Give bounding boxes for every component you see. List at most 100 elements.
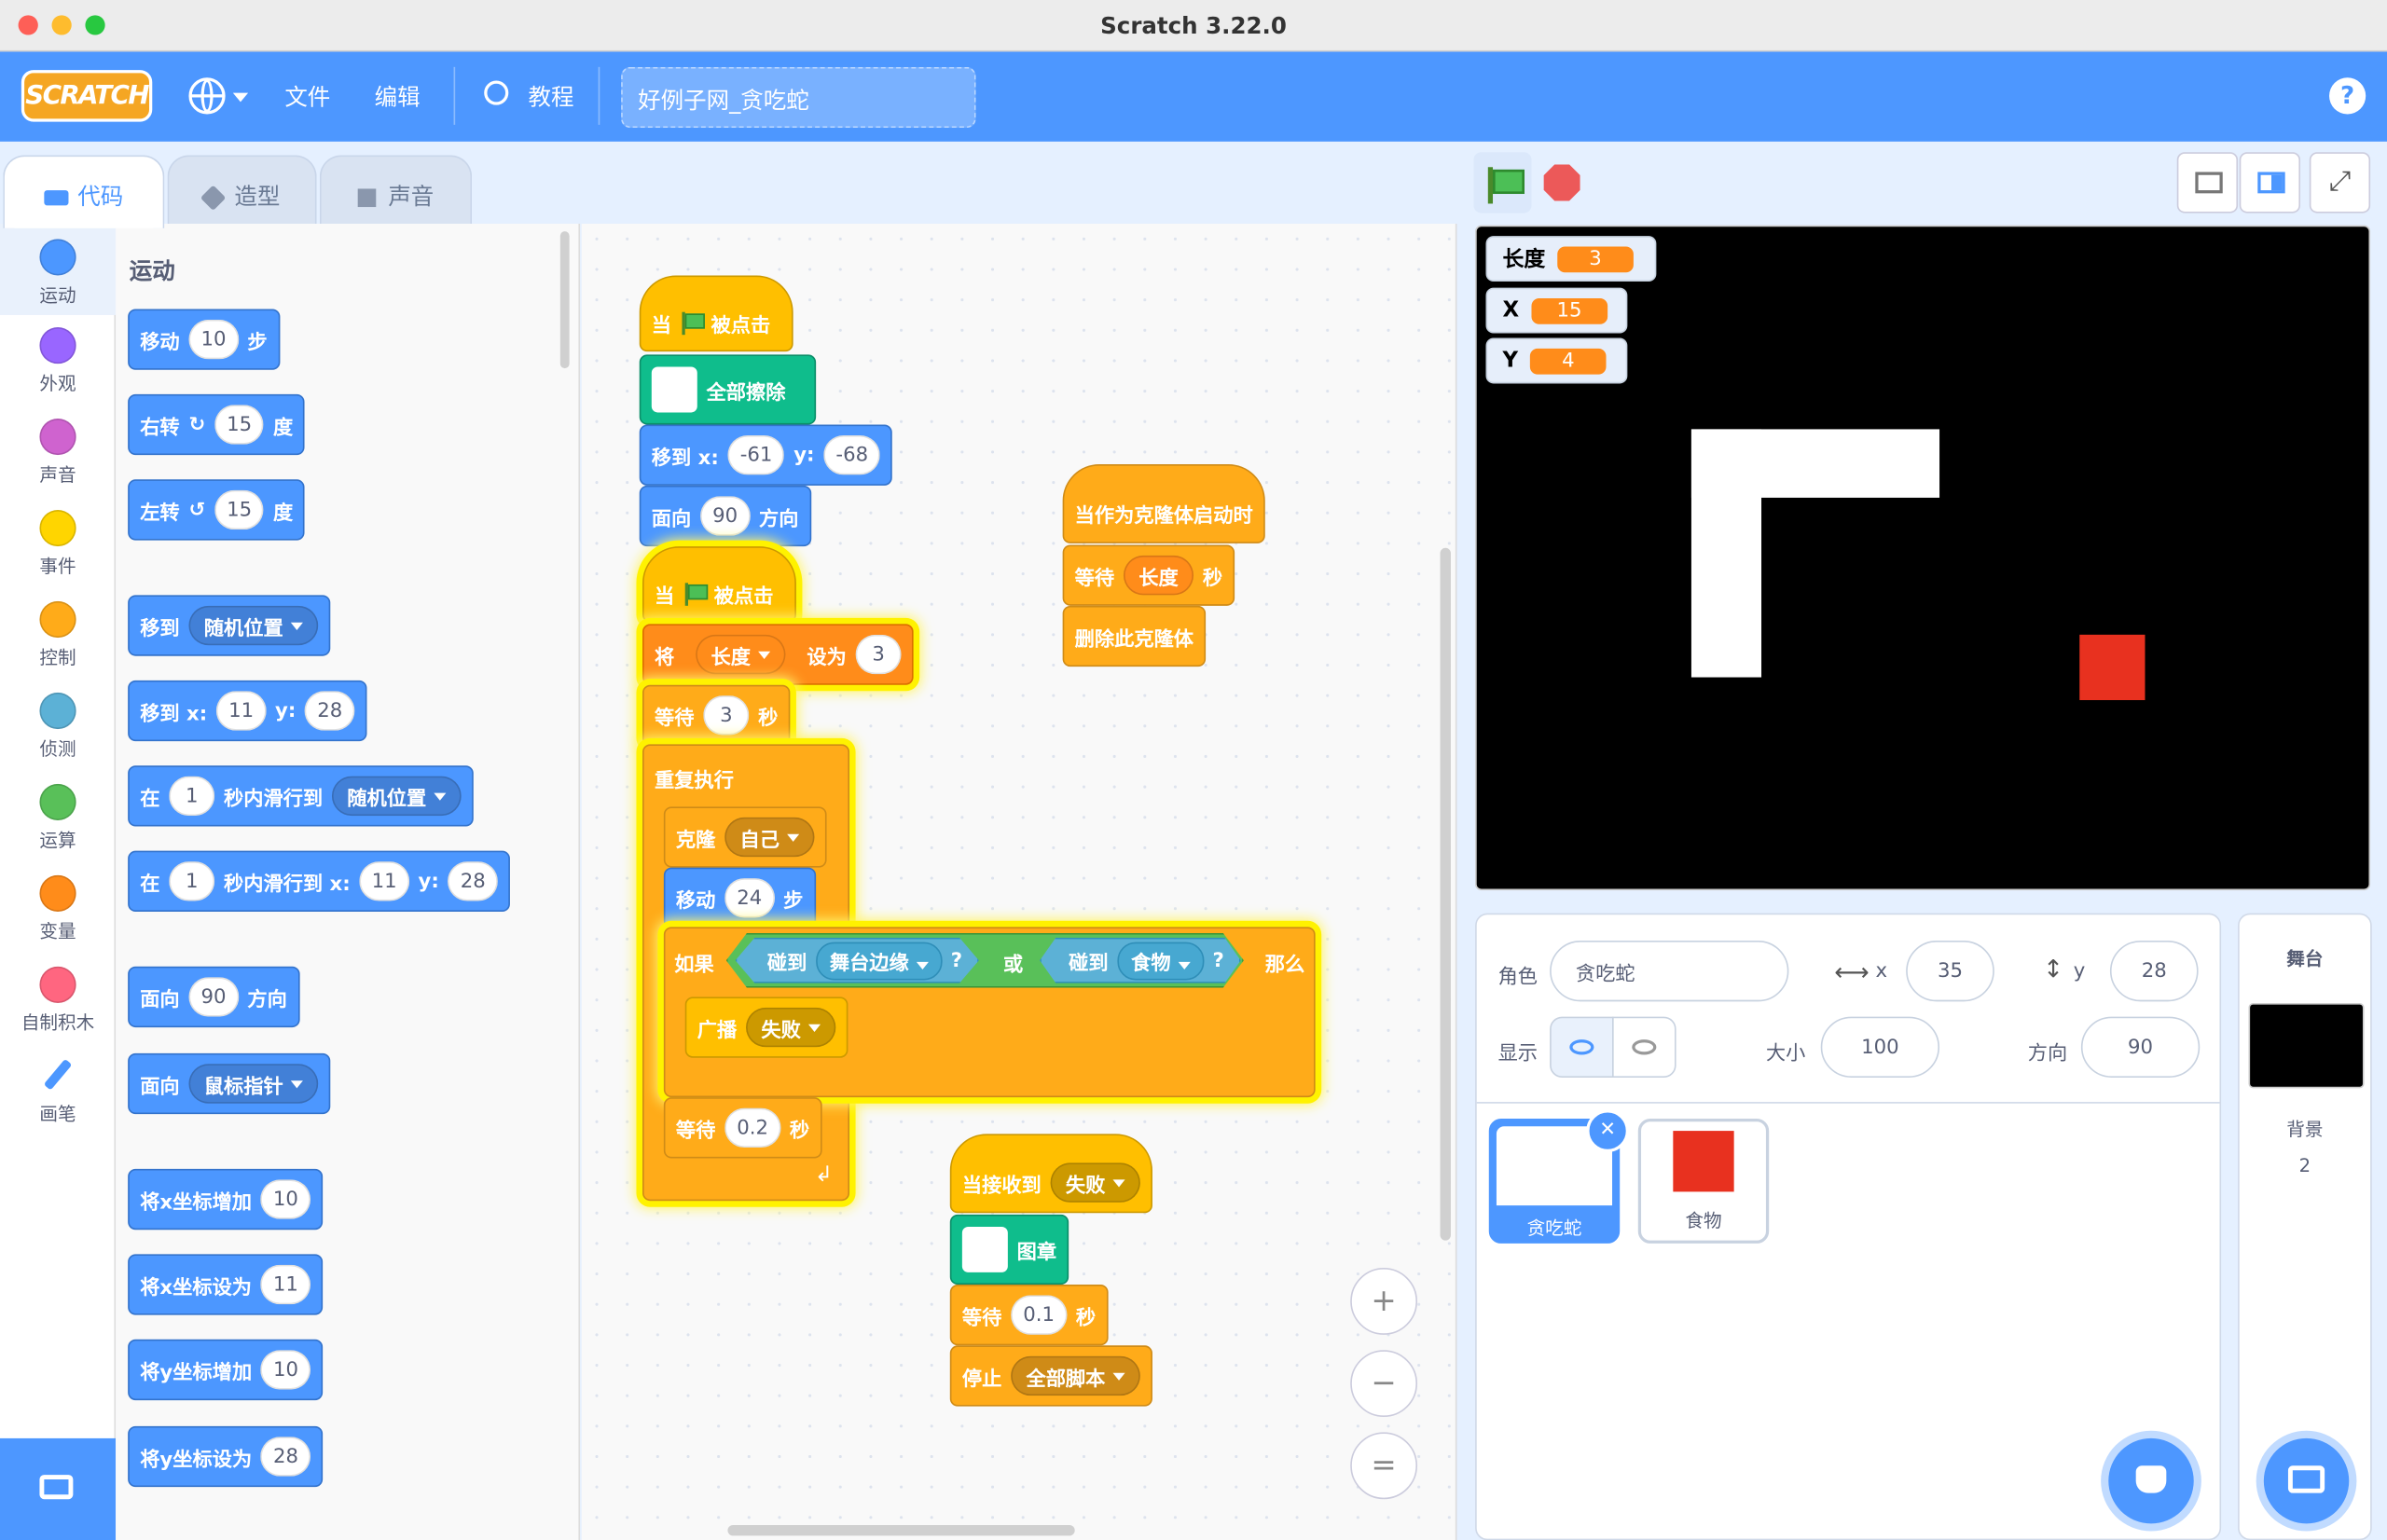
seconds-input[interactable]: 3 — [703, 695, 750, 736]
message-dropdown[interactable]: 失败 — [746, 1007, 836, 1048]
wait-block[interactable]: 等待 0.1 秒 — [949, 1284, 1109, 1346]
add-extension-button[interactable] — [0, 1437, 117, 1540]
help-icon[interactable]: ? — [2329, 77, 2366, 115]
fullscreen-button[interactable]: ⤢ — [2309, 152, 2371, 213]
message-dropdown[interactable]: 失败 — [1050, 1162, 1140, 1203]
sprite-thumb-snake[interactable]: 贪吃蛇 ✕ — [1488, 1109, 1629, 1244]
point-direction-block[interactable]: 面向 90 方向 — [128, 966, 299, 1028]
change-x-block[interactable]: 将x坐标增加 10 — [128, 1168, 324, 1231]
stage-canvas[interactable]: 长度 3 X 15 Y4 — [1475, 225, 2371, 891]
delete-clone-block[interactable]: 删除此克隆体 — [1062, 605, 1207, 667]
stop-block[interactable]: 停止 全部脚本 — [949, 1345, 1153, 1407]
category-looks[interactable]: 外观 — [0, 327, 116, 395]
move-steps-block[interactable]: 移动 10 步 — [128, 309, 280, 370]
when-flag-clicked-hat[interactable]: 当被点击 — [642, 546, 796, 623]
sprite-thumb-food[interactable]: 食物 — [1637, 1119, 1770, 1244]
clone-block[interactable]: 克隆 自己 — [663, 806, 827, 868]
touching-dropdown[interactable]: 舞台边缘 — [816, 941, 942, 980]
show-visible-button[interactable] — [1550, 1016, 1614, 1078]
small-stage-button[interactable] — [2176, 152, 2239, 213]
zoom-in-button[interactable]: + — [1350, 1268, 1418, 1335]
y-input[interactable]: 28 — [305, 691, 355, 731]
wait-block[interactable]: 等待 长度秒 — [1062, 544, 1235, 606]
turn-right-block[interactable]: 右转 ↻ 15 度 — [128, 393, 306, 456]
green-flag-button[interactable] — [1473, 152, 1532, 213]
seconds-input[interactable]: 0.1 — [1011, 1295, 1068, 1335]
x-input[interactable]: 35 — [1906, 941, 1994, 1002]
category-motion[interactable]: 运动 — [0, 224, 117, 315]
x-input[interactable]: 11 — [359, 861, 409, 901]
tab-code[interactable]: 代码 — [3, 155, 165, 228]
clone-dropdown[interactable]: 自己 — [724, 817, 815, 858]
y-input[interactable]: 28 — [448, 861, 498, 901]
direction-input[interactable]: 90 — [700, 496, 751, 536]
goto-xy-block[interactable]: 移到 x: 11 y: 28 — [128, 680, 367, 742]
steps-input[interactable]: 24 — [724, 878, 775, 918]
change-y-block[interactable]: 将y坐标增加 10 — [128, 1339, 324, 1401]
script-horizontal-scrollbar[interactable] — [727, 1524, 1075, 1536]
wait-block[interactable]: 等待 0.2 秒 — [663, 1097, 822, 1159]
edit-menu[interactable]: 编辑 — [375, 81, 421, 113]
goto-block[interactable]: 移到 随机位置 — [128, 595, 331, 656]
value-input[interactable]: 10 — [260, 1350, 311, 1390]
seconds-input[interactable]: 1 — [169, 776, 215, 817]
delete-sprite-button[interactable]: ✕ — [1586, 1109, 1629, 1152]
touching-food-block[interactable]: 碰到 食物 ? — [1040, 937, 1241, 983]
glide-block[interactable]: 在 1 秒内滑行到 随机位置 — [128, 765, 474, 827]
set-x-block[interactable]: 将x坐标设为 11 — [128, 1254, 324, 1315]
value-input[interactable]: 11 — [260, 1264, 310, 1305]
category-variables[interactable]: 变量 — [0, 874, 116, 943]
towards-dropdown[interactable]: 鼠标指针 — [188, 1064, 319, 1104]
point-towards-block[interactable]: 面向 鼠标指针 — [128, 1052, 331, 1115]
add-sprite-button[interactable] — [2108, 1437, 2194, 1524]
when-receive-hat[interactable]: 当接收到 失败 — [949, 1134, 1153, 1214]
script-area[interactable]: 当被点击 全部擦除 移到 x: -61 y: -68 面向 90 方向 当被点击 将长度设… — [581, 224, 1457, 1540]
point-direction-block[interactable]: 面向 90 方向 — [639, 485, 811, 547]
tutorials-menu[interactable]: 教程 — [529, 81, 574, 113]
goto-dropdown[interactable]: 随机位置 — [188, 605, 319, 646]
y-input[interactable]: -68 — [823, 434, 881, 475]
goto-xy-block[interactable]: 移到 x: -61 y: -68 — [639, 424, 893, 486]
length-variable-reporter[interactable]: 长度 — [1123, 555, 1194, 596]
x-input[interactable]: -61 — [727, 434, 785, 475]
scratch-logo[interactable]: SCRATCH — [21, 70, 153, 122]
add-backdrop-button[interactable] — [2263, 1437, 2350, 1524]
y-input[interactable]: 28 — [2109, 941, 2199, 1002]
script-vertical-scrollbar[interactable] — [1440, 547, 1451, 1241]
wait-block[interactable]: 等待 3 秒 — [642, 684, 791, 747]
backdrop-thumbnail[interactable] — [2248, 1002, 2365, 1089]
tab-sounds[interactable]: 声音 — [319, 155, 473, 226]
zoom-out-button[interactable]: − — [1350, 1350, 1418, 1418]
turn-left-block[interactable]: 左转 ↺ 15 度 — [128, 479, 306, 541]
glide-dropdown[interactable]: 随机位置 — [331, 776, 462, 817]
when-flag-clicked-hat[interactable]: 当被点击 — [639, 275, 793, 352]
category-control[interactable]: 控制 — [0, 600, 116, 669]
when-clone-starts-hat[interactable]: 当作为克隆体启动时 — [1062, 463, 1265, 543]
project-title-input[interactable]: 好例子网_贪吃蛇 — [621, 66, 976, 129]
value-input[interactable]: 28 — [260, 1437, 311, 1477]
set-variable-block[interactable]: 将长度 设为 3 — [642, 624, 914, 685]
stamp-block[interactable]: 图章 — [949, 1214, 1069, 1285]
sprite-name-input[interactable]: 贪吃蛇 — [1550, 941, 1789, 1002]
palette-scrollbar[interactable] — [559, 231, 570, 369]
steps-input[interactable]: 10 — [188, 319, 239, 360]
category-my-blocks[interactable]: 自制积木 — [0, 966, 116, 1035]
value-input[interactable]: 3 — [855, 634, 902, 675]
category-sound[interactable]: 声音 — [0, 418, 116, 487]
variable-dropdown[interactable]: 长度 — [696, 634, 786, 675]
globe-icon[interactable] — [188, 77, 226, 115]
show-hidden-button[interactable] — [1612, 1016, 1676, 1078]
category-events[interactable]: 事件 — [0, 509, 116, 578]
value-input[interactable]: 10 — [260, 1179, 310, 1219]
seconds-input[interactable]: 0.2 — [724, 1107, 781, 1148]
degrees-input[interactable]: 15 — [214, 489, 265, 530]
broadcast-block[interactable]: 广播 失败 — [684, 997, 849, 1058]
stage-selector[interactable]: 舞台 背景 2 — [2238, 913, 2372, 1540]
size-input[interactable]: 100 — [1820, 1016, 1940, 1078]
stop-sign-icon[interactable] — [1543, 164, 1580, 201]
tab-costumes[interactable]: 造型 — [167, 155, 317, 226]
set-y-block[interactable]: 将y坐标设为 28 — [128, 1425, 324, 1488]
category-sensing[interactable]: 侦测 — [0, 692, 116, 761]
glide-xy-block[interactable]: 在 1 秒内滑行到 x: 11 y: 28 — [128, 850, 510, 912]
file-menu[interactable]: 文件 — [284, 81, 330, 113]
